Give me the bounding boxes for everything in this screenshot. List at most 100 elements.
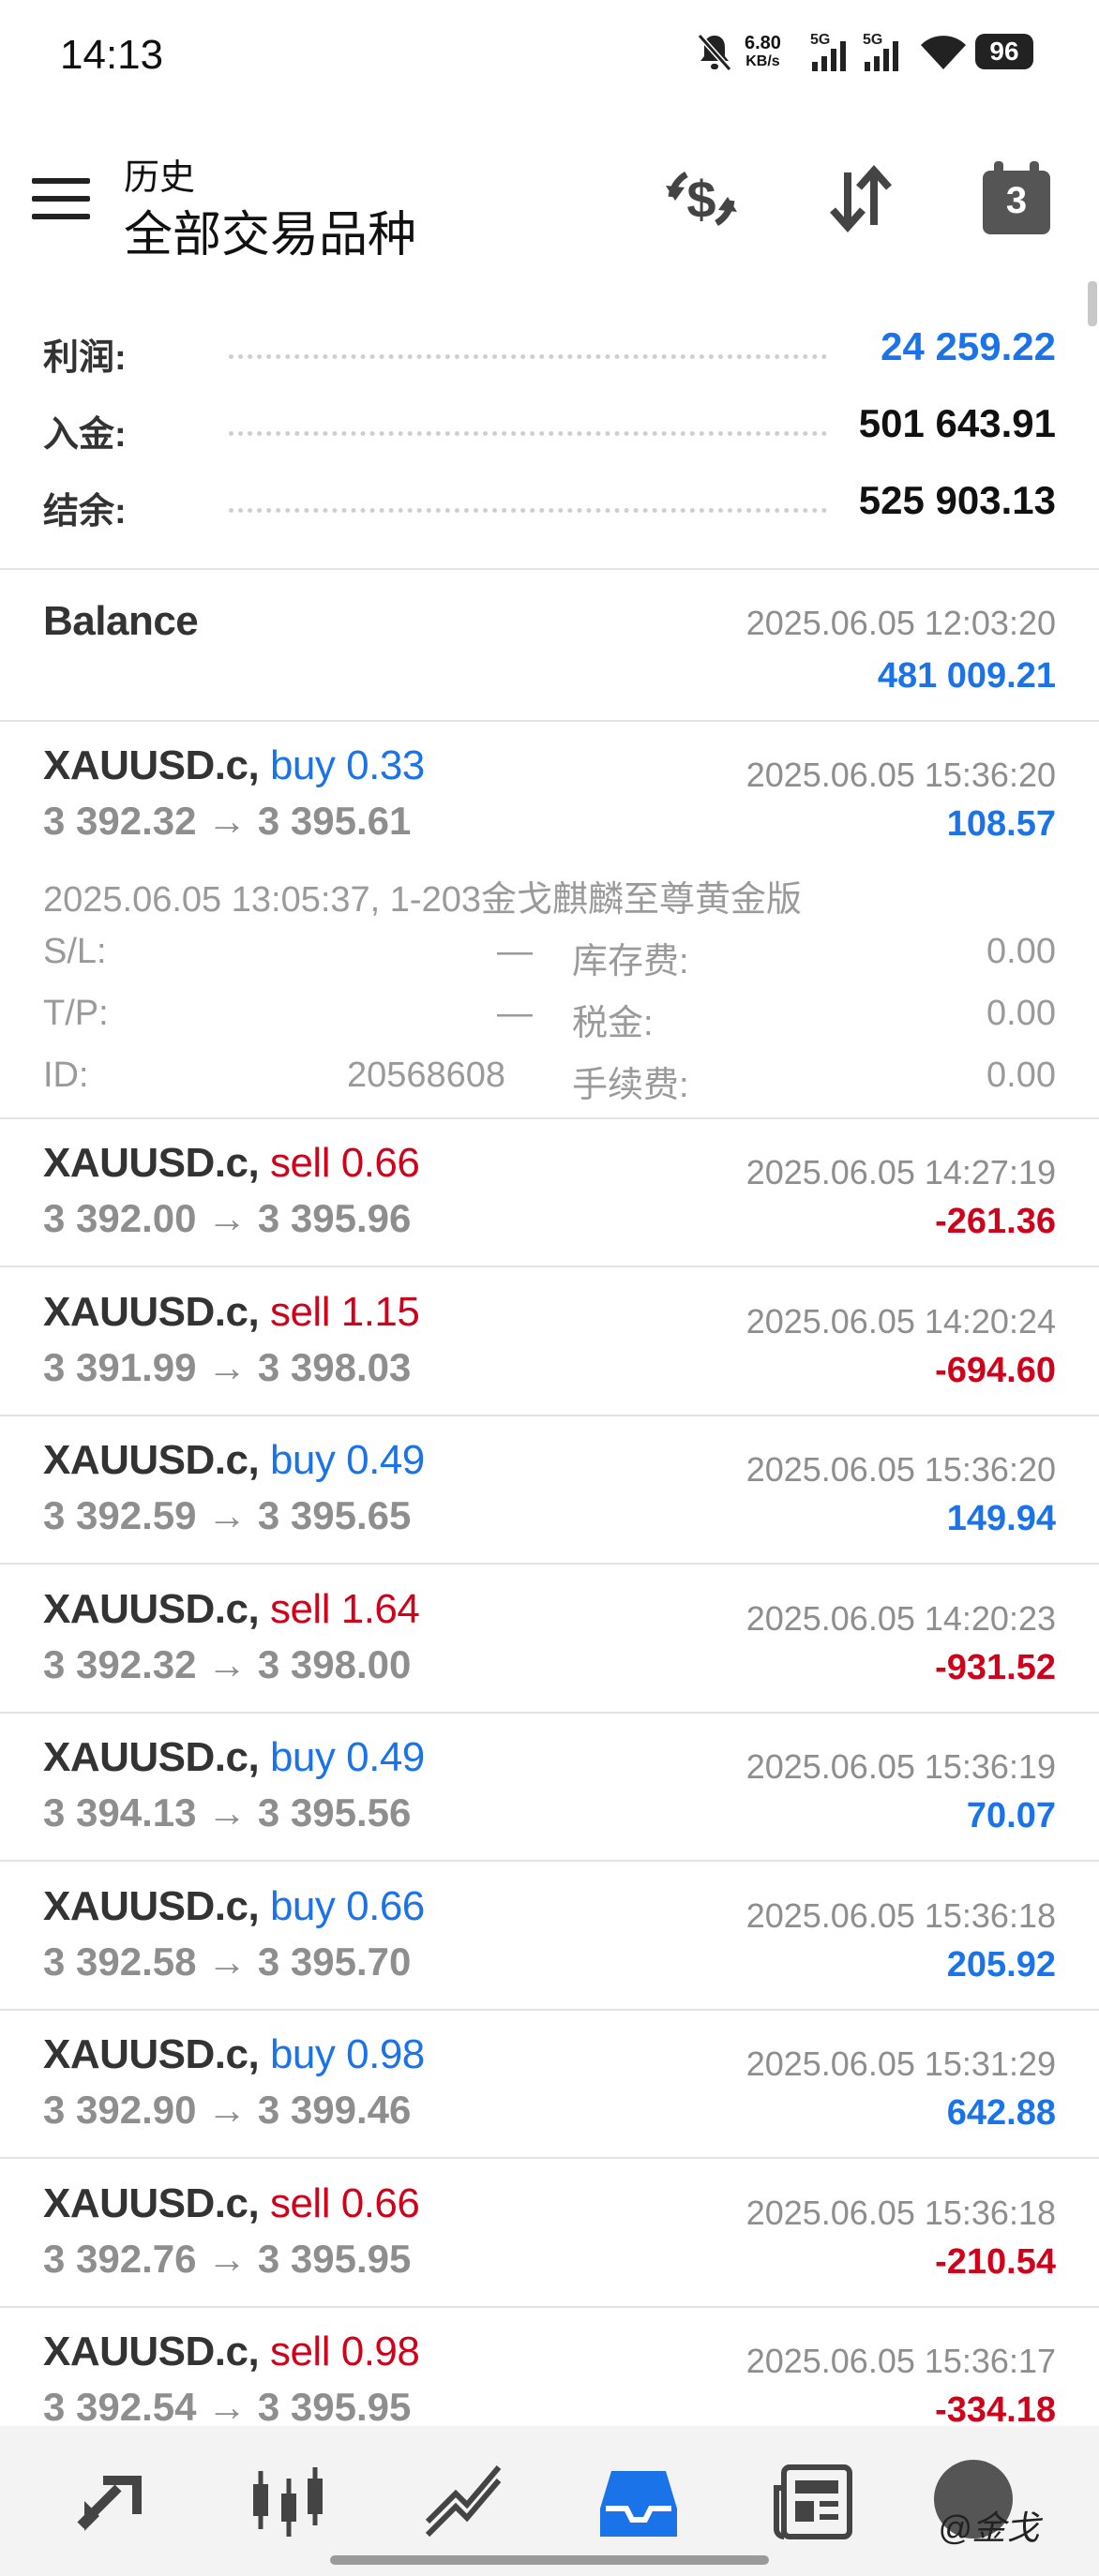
trade-profit: -261.36 (935, 1202, 1056, 1241)
summary-profit: 利润: 24 259.22 (0, 313, 1099, 388)
trade-datetime: 2025.06.05 15:36:19 (745, 1747, 1056, 1786)
battery-icon: 96 (975, 34, 1033, 69)
dotted-leader (229, 354, 827, 359)
trade-side: sell 0.98 (269, 2329, 420, 2374)
trade-row[interactable]: XAUUSD.c, sell 0.98 2025.06.05 15:36:17 3 … (0, 2308, 1099, 2426)
trade-profit: 108.57 (946, 804, 1056, 844)
news-icon[interactable] (771, 2460, 855, 2544)
calendar-day: 3 (1005, 180, 1028, 221)
tax-label: 税金: (572, 1004, 654, 1043)
currency-exchange-icon[interactable]: $ (662, 159, 741, 238)
divider (0, 2157, 1099, 2159)
trade-row[interactable]: XAUUSD.c, buy 0.49 2025.06.05 15:36:19 3 3… (0, 1714, 1099, 1860)
balance-datetime: 2025.06.05 12:03:20 (745, 604, 1056, 642)
trade-symbol: XAUUSD.c, sell 1.15 (43, 1289, 420, 1335)
trade-row[interactable]: XAUUSD.c, buy 0.66 2025.06.05 15:36:18 3 3… (0, 1863, 1099, 2009)
status-time: 14:13 (60, 32, 164, 78)
trade-prices: 3 392.59 → 3 395.65 (43, 1493, 412, 1537)
trade-prices: 3 394.13 → 3 395.56 (43, 1790, 412, 1835)
trade-datetime: 2025.06.05 14:27:19 (745, 1153, 1056, 1191)
trade-prices: 3 392.00 → 3 395.96 (43, 1196, 412, 1240)
divider (0, 1860, 1099, 1862)
fee-value: 0.00 (986, 1056, 1056, 1095)
swap-label: 库存费: (572, 942, 689, 981)
divider (0, 1266, 1099, 1267)
trade-row[interactable]: XAUUSD.c, sell 0.66 2025.06.05 14:27:19 3 … (0, 1119, 1099, 1266)
trade-side: sell 1.64 (269, 1586, 420, 1632)
trade-prices: 3 392.76 → 3 395.95 (43, 2237, 412, 2281)
quotes-icon[interactable] (71, 2460, 156, 2544)
trade-row[interactable]: XAUUSD.c, sell 1.15 2025.06.05 14:20:24 3 … (0, 1268, 1099, 1415)
trade-profit: -931.52 (935, 1648, 1056, 1687)
trade-datetime: 2025.06.05 15:36:17 (745, 2342, 1056, 2380)
trade-side: sell 0.66 (269, 2180, 420, 2226)
dotted-leader (229, 508, 827, 513)
trade-prices: 3 391.99 → 3 398.03 (43, 1345, 412, 1389)
balance-amount: 481 009.21 (877, 656, 1056, 696)
dotted-leader (229, 431, 827, 436)
trade-datetime: 2025.06.05 15:36:20 (745, 1450, 1056, 1489)
balance-row[interactable]: Balance 2025.06.05 12:03:20 481 009.21 (0, 570, 1099, 720)
trade-profit: -334.18 (935, 2390, 1056, 2426)
trade-side: buy 0.66 (269, 1883, 425, 1929)
bell-off-icon (696, 32, 733, 78)
trade-row[interactable]: XAUUSD.c, sell 1.64 2025.06.05 14:20:23 3 … (0, 1565, 1099, 1712)
trade-symbol: XAUUSD.c, sell 0.66 (43, 1140, 420, 1186)
trade-open-info: 2025.06.05 13:05:37, 1-203金戈麒麟至尊黄金版 (43, 880, 802, 920)
trade-profit: -694.60 (935, 1351, 1056, 1390)
trade-prices: 3 392.58 → 3 395.70 (43, 1939, 412, 1984)
summary-label: 入金: (43, 415, 127, 455)
header-title[interactable]: 全部交易品种 (124, 195, 416, 265)
home-indicator[interactable] (330, 2555, 769, 2565)
trade-profit: 149.94 (946, 1499, 1056, 1538)
trade-profit: 205.92 (946, 1945, 1056, 1984)
summary-value: 525 903.13 (858, 478, 1056, 522)
trade-datetime: 2025.06.05 15:36:18 (745, 2194, 1056, 2232)
trade-row[interactable]: XAUUSD.c, sell 0.66 2025.06.05 15:36:18 3 … (0, 2160, 1099, 2306)
balance-label: Balance (43, 598, 199, 644)
trade-side: sell 1.15 (269, 1289, 420, 1335)
tp-value: — (497, 994, 533, 1033)
chart-icon[interactable] (246, 2460, 330, 2544)
trade-symbol: XAUUSD.c, sell 0.98 (43, 2329, 420, 2374)
trade-row-expanded[interactable]: XAUUSD.c, buy 0.33 2025.06.05 15:36:20 3… (0, 722, 1099, 1117)
menu-icon[interactable] (32, 178, 90, 219)
id-label: ID: (43, 1056, 89, 1095)
sort-icon[interactable] (821, 159, 900, 238)
network-speed: 6.80 KB/s (745, 33, 781, 69)
history-icon[interactable] (596, 2460, 681, 2544)
trade-symbol: XAUUSD.c, buy 0.33 (43, 742, 425, 788)
svg-text:$: $ (686, 170, 715, 229)
trade-side: buy 0.49 (269, 1437, 425, 1483)
header-subtitle: 历史 (124, 158, 196, 198)
trade-symbol: XAUUSD.c, buy 0.66 (43, 1883, 425, 1929)
fee-label: 手续费: (572, 1066, 689, 1105)
trade-profit: -210.54 (935, 2242, 1056, 2282)
wifi-icon (919, 32, 968, 78)
sl-label: S/L: (43, 932, 107, 971)
status-bar: 14:13 6.80 KB/s 5G 5G 96 (0, 0, 1099, 112)
summary-value: 501 643.91 (858, 401, 1056, 445)
trade-side: sell 0.66 (269, 1140, 420, 1186)
trade-row[interactable]: XAUUSD.c, buy 0.49 2025.06.05 15:36:20 3 3… (0, 1416, 1099, 1563)
trade-datetime: 2025.06.05 15:31:29 (745, 2044, 1056, 2083)
trade-profit: 642.88 (946, 2093, 1056, 2133)
trade-symbol: XAUUSD.c, sell 0.66 (43, 2180, 420, 2226)
trade-datetime: 2025.06.05 14:20:23 (745, 1599, 1056, 1638)
trade-row[interactable]: XAUUSD.c, buy 0.98 2025.06.05 15:31:29 3 3… (0, 2011, 1099, 2157)
trade-list[interactable]: XAUUSD.c, sell 0.66 2025.06.05 14:27:19 3 … (0, 1119, 1099, 2426)
trade-side: buy 0.98 (269, 2031, 425, 2077)
trade-icon[interactable] (422, 2460, 506, 2544)
tp-label: T/P: (43, 994, 109, 1033)
sl-value: — (497, 932, 533, 971)
tax-value: 0.00 (986, 994, 1056, 1033)
divider (0, 1563, 1099, 1565)
calendar-icon[interactable]: 3 (977, 159, 1056, 238)
summary-value: 24 259.22 (881, 324, 1056, 368)
summary-balance: 结余: 525 903.13 (0, 467, 1099, 542)
trade-symbol: XAUUSD.c, buy 0.98 (43, 2031, 425, 2077)
trade-prices: 3 392.32 → 3 398.00 (43, 1642, 412, 1686)
trade-prices: 3 392.54 → 3 395.95 (43, 2385, 412, 2426)
watermark: @金戈 (938, 2509, 1040, 2547)
summary-label: 结余: (43, 492, 127, 532)
